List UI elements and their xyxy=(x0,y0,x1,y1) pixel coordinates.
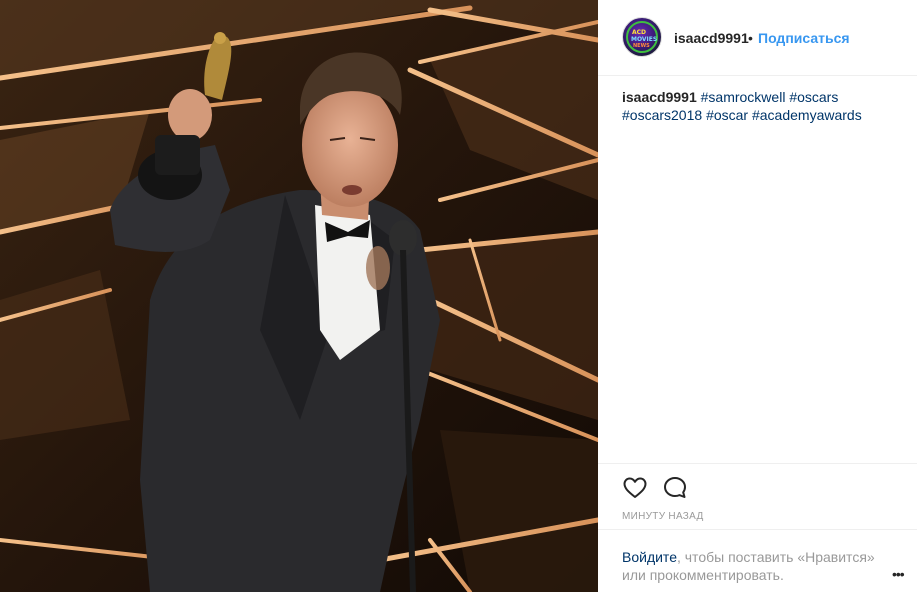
post-photo[interactable] xyxy=(0,0,598,592)
comment-bubble-icon[interactable] xyxy=(662,475,688,501)
header-username-link[interactable]: isaacd9991 xyxy=(674,30,749,46)
post-caption: isaacd9991 #samrockwell #oscars #oscars2… xyxy=(622,88,902,124)
hashtag-link[interactable]: #samrockwell xyxy=(701,89,786,105)
follow-button[interactable]: Подписаться xyxy=(758,30,850,46)
hashtag-link[interactable]: #academyawards xyxy=(752,107,862,123)
hashtag-link[interactable]: #oscars xyxy=(789,89,838,105)
avatar[interactable]: ACD MOVIES NEWS xyxy=(622,17,662,57)
header-separator: • xyxy=(748,30,753,46)
post-timestamp[interactable]: МИНУТУ НАЗАД xyxy=(622,511,704,522)
more-dots-icon[interactable]: ••• xyxy=(892,566,905,582)
login-link[interactable]: Войдите xyxy=(622,549,677,565)
avatar-logo-line1: ACD xyxy=(632,29,647,36)
photo-illustration xyxy=(0,0,598,592)
hashtag-link[interactable]: #oscars2018 xyxy=(622,107,702,123)
caption-username-link[interactable]: isaacd9991 xyxy=(622,89,697,105)
post-header: ACD MOVIES NEWS isaacd9991 • Подписаться xyxy=(598,0,917,76)
login-prompt-section: Войдите, чтобы поставить «Нравится» или … xyxy=(598,529,917,592)
hashtag-link[interactable]: #oscar xyxy=(706,107,748,123)
post-side-panel: ACD MOVIES NEWS isaacd9991 • Подписаться… xyxy=(598,0,917,592)
actions-divider xyxy=(598,463,917,464)
heart-icon[interactable] xyxy=(622,475,648,501)
avatar-logo-line2: MOVIES xyxy=(631,36,658,43)
avatar-logo-line3: NEWS xyxy=(633,43,650,49)
login-prompt: Войдите, чтобы поставить «Нравится» или … xyxy=(622,548,882,584)
